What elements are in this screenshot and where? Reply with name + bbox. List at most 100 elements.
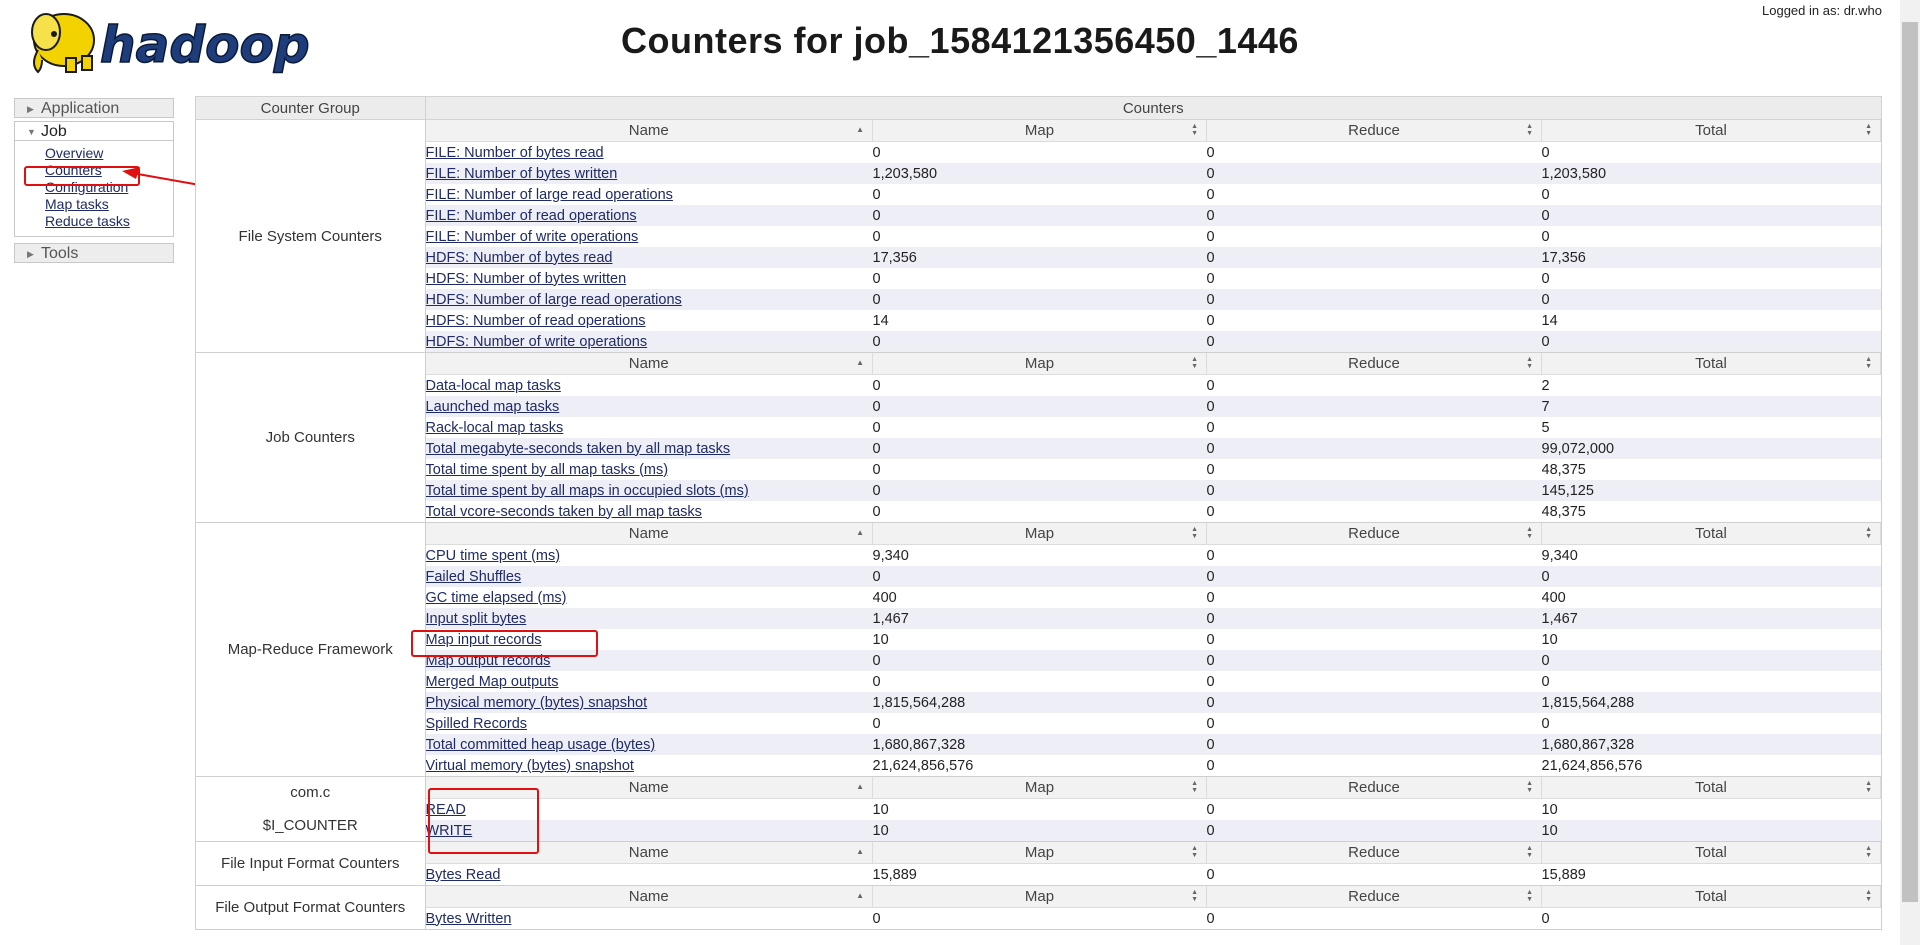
column-header-map[interactable]: Map ▲ ▼ bbox=[872, 842, 1207, 864]
link-overview[interactable]: Overview bbox=[15, 145, 173, 162]
counter-link[interactable]: WRITE bbox=[426, 823, 473, 839]
counter-link[interactable]: FILE: Number of read operations bbox=[426, 208, 637, 224]
counter-link[interactable]: FILE: Number of bytes read bbox=[426, 145, 604, 161]
column-header-reduce[interactable]: Reduce ▲ ▼ bbox=[1206, 777, 1542, 799]
counter-link[interactable]: Total megabyte-seconds taken by all map … bbox=[426, 441, 731, 457]
counter-link[interactable]: Merged Map outputs bbox=[426, 674, 559, 690]
column-header-label: Name bbox=[628, 779, 669, 796]
counter-name-cell: WRITE bbox=[425, 820, 873, 841]
total-value: 0 bbox=[1541, 566, 1881, 587]
column-header-map[interactable]: Map ▲ ▼ bbox=[872, 120, 1207, 142]
map-value: 10 bbox=[872, 629, 1207, 650]
counter-row: Total megabyte-seconds taken by all map … bbox=[425, 438, 1881, 459]
total-value: 1,203,580 bbox=[1541, 163, 1881, 184]
reduce-value: 0 bbox=[1206, 587, 1542, 608]
counter-link[interactable]: Launched map tasks bbox=[426, 399, 560, 415]
counter-link[interactable]: Total vcore-seconds taken by all map tas… bbox=[426, 504, 702, 520]
counter-link[interactable]: GC time elapsed (ms) bbox=[426, 590, 567, 606]
counter-link[interactable]: Bytes Written bbox=[426, 911, 512, 927]
counter-link[interactable]: Spilled Records bbox=[426, 716, 528, 732]
sort-both-icon: ▲ ▼ bbox=[1191, 889, 1198, 903]
column-header-reduce[interactable]: Reduce ▲ ▼ bbox=[1206, 842, 1542, 864]
counter-link[interactable]: Rack-local map tasks bbox=[426, 420, 564, 436]
counter-link[interactable]: Total time spent by all map tasks (ms) bbox=[426, 462, 669, 478]
counter-name-cell: Physical memory (bytes) snapshot bbox=[425, 692, 873, 713]
counter-link[interactable]: Total committed heap usage (bytes) bbox=[426, 737, 656, 753]
column-header-reduce[interactable]: Reduce ▲ ▼ bbox=[1206, 120, 1542, 142]
column-header-map[interactable]: Map ▲ ▼ bbox=[872, 353, 1207, 375]
subtable-header-row: Name ▲ Map ▲ ▼ Reduce ▲ ▼ Total ▲ ▼ bbox=[425, 886, 1881, 908]
counter-row: FILE: Number of large read operations 0 0 0 bbox=[425, 184, 1881, 205]
sort-both-icon: ▲ ▼ bbox=[1865, 526, 1872, 540]
page-scrollbar[interactable] bbox=[1900, 0, 1920, 945]
sidebar-application-header[interactable]: ▶ Application bbox=[14, 98, 174, 118]
column-header-name[interactable]: Name ▲ bbox=[425, 842, 873, 864]
counter-row: FILE: Number of write operations 0 0 0 bbox=[425, 226, 1881, 247]
column-header-label: Map bbox=[1024, 355, 1055, 372]
counter-row: Failed Shuffles 0 0 0 bbox=[425, 566, 1881, 587]
sidebar-job-header[interactable]: ▼ Job bbox=[14, 121, 174, 141]
counter-link[interactable]: Total time spent by all maps in occupied… bbox=[426, 483, 749, 499]
sidebar-tools-header[interactable]: ▶ Tools bbox=[14, 243, 174, 263]
counter-link[interactable]: HDFS: Number of bytes written bbox=[426, 271, 627, 287]
column-header-reduce[interactable]: Reduce ▲ ▼ bbox=[1206, 353, 1542, 375]
column-header-name[interactable]: Name ▲ bbox=[425, 120, 873, 142]
column-header-name[interactable]: Name ▲ bbox=[425, 523, 873, 545]
counter-group-row: Map-Reduce Framework Name ▲ Map ▲ ▼ Reduce ▲ ▼ To… bbox=[195, 522, 1882, 777]
column-header-total[interactable]: Total ▲ ▼ bbox=[1541, 777, 1881, 799]
counter-group-name: File System Counters bbox=[195, 119, 426, 353]
counter-link[interactable]: READ bbox=[426, 802, 466, 818]
map-value: 0 bbox=[872, 331, 1207, 352]
counter-name-cell: Virtual memory (bytes) snapshot bbox=[425, 755, 873, 776]
link-map-tasks[interactable]: Map tasks bbox=[15, 196, 173, 213]
counter-group-name: com.c $I_COUNTER bbox=[195, 776, 426, 842]
column-header-map[interactable]: Map ▲ ▼ bbox=[872, 777, 1207, 799]
counter-link[interactable]: Map output records bbox=[426, 653, 551, 669]
total-value: 1,680,867,328 bbox=[1541, 734, 1881, 755]
counter-link[interactable]: Data-local map tasks bbox=[426, 378, 561, 394]
sort-both-icon: ▲ ▼ bbox=[1865, 889, 1872, 903]
column-header-name[interactable]: Name ▲ bbox=[425, 777, 873, 799]
column-header-name[interactable]: Name ▲ bbox=[425, 353, 873, 375]
counter-link[interactable]: Failed Shuffles bbox=[426, 569, 522, 585]
header-counter-group: Counter Group bbox=[195, 96, 426, 120]
column-header-label: Reduce bbox=[1348, 122, 1400, 139]
sort-both-icon: ▲ ▼ bbox=[1526, 780, 1533, 794]
column-header-label: Total bbox=[1695, 779, 1727, 796]
counter-link[interactable]: Physical memory (bytes) snapshot bbox=[426, 695, 648, 711]
counter-name-cell: Total committed heap usage (bytes) bbox=[425, 734, 873, 755]
counter-link[interactable]: Input split bytes bbox=[426, 611, 527, 627]
counter-link[interactable]: HDFS: Number of large read operations bbox=[426, 292, 682, 308]
total-value: 0 bbox=[1541, 141, 1881, 163]
map-value: 400 bbox=[872, 587, 1207, 608]
reduce-value: 0 bbox=[1206, 205, 1542, 226]
counter-link[interactable]: FILE: Number of write operations bbox=[426, 229, 639, 245]
counter-link[interactable]: CPU time spent (ms) bbox=[426, 548, 561, 564]
counter-link[interactable]: HDFS: Number of bytes read bbox=[426, 250, 613, 266]
counter-link[interactable]: Virtual memory (bytes) snapshot bbox=[426, 758, 634, 774]
counter-link[interactable]: HDFS: Number of write operations bbox=[426, 334, 648, 350]
column-header-reduce[interactable]: Reduce ▲ ▼ bbox=[1206, 523, 1542, 545]
column-header-total[interactable]: Total ▲ ▼ bbox=[1541, 353, 1881, 375]
column-header-map[interactable]: Map ▲ ▼ bbox=[872, 886, 1207, 908]
column-header-total[interactable]: Total ▲ ▼ bbox=[1541, 886, 1881, 908]
counter-link[interactable]: Map input records bbox=[426, 632, 542, 648]
scrollbar-thumb[interactable] bbox=[1902, 22, 1918, 902]
counter-link[interactable]: HDFS: Number of read operations bbox=[426, 313, 646, 329]
column-header-name[interactable]: Name ▲ bbox=[425, 886, 873, 908]
column-header-map[interactable]: Map ▲ ▼ bbox=[872, 523, 1207, 545]
map-value: 0 bbox=[872, 713, 1207, 734]
link-reduce-tasks[interactable]: Reduce tasks bbox=[15, 213, 173, 230]
counter-link[interactable]: Bytes Read bbox=[426, 867, 501, 883]
counters-subtable: Name ▲ Map ▲ ▼ Reduce ▲ ▼ Total ▲ ▼ READ 10 0 10 WRITE 1… bbox=[425, 777, 1881, 841]
column-header-total[interactable]: Total ▲ ▼ bbox=[1541, 523, 1881, 545]
column-header-reduce[interactable]: Reduce ▲ ▼ bbox=[1206, 886, 1542, 908]
map-value: 1,467 bbox=[872, 608, 1207, 629]
column-header-total[interactable]: Total ▲ ▼ bbox=[1541, 120, 1881, 142]
counter-name-cell: Rack-local map tasks bbox=[425, 417, 873, 438]
counter-link[interactable]: FILE: Number of large read operations bbox=[426, 187, 673, 203]
counter-group-label: Job Counters bbox=[265, 429, 355, 446]
counter-name-cell: Total time spent by all maps in occupied… bbox=[425, 480, 873, 501]
column-header-total[interactable]: Total ▲ ▼ bbox=[1541, 842, 1881, 864]
counter-link[interactable]: FILE: Number of bytes written bbox=[426, 166, 618, 182]
